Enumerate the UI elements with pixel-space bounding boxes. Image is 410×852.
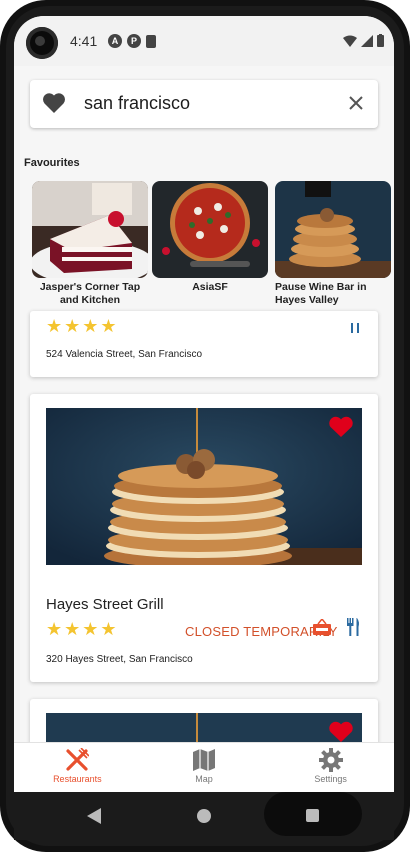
restaurant-card[interactable]: ★ ★ ★ ★ 524 Valencia Street, San Francis… xyxy=(30,311,378,377)
restaurant-address: 320 Hayes Street, San Francisco xyxy=(46,654,193,665)
front-camera xyxy=(26,27,58,59)
notification-p-icon: P xyxy=(127,34,141,48)
tab-settings[interactable]: Settings xyxy=(267,743,394,792)
tab-restaurants-label: Restaurants xyxy=(53,774,102,784)
restaurant-image xyxy=(46,408,362,565)
wifi-icon xyxy=(343,35,357,47)
app-content: san francisco Favourites Jasper's Corner… xyxy=(14,66,394,742)
tab-map-label: Map xyxy=(195,774,213,784)
tab-map[interactable]: Map xyxy=(141,743,268,792)
star-icon: ★ xyxy=(82,619,99,639)
favourite-label: AsiaSF xyxy=(192,281,228,293)
fork-knife-icon xyxy=(66,748,90,771)
favourite-label: Pause Wine Bar in Hayes Valley xyxy=(275,281,367,306)
restaurant-image xyxy=(46,713,362,742)
star-icon: ★ xyxy=(100,619,117,639)
rating-stars: ★ ★ ★ ★ xyxy=(46,317,117,335)
restaurant-card[interactable] xyxy=(30,699,378,742)
favourite-heart-icon[interactable] xyxy=(328,416,354,438)
map-icon xyxy=(193,749,215,771)
system-navigation-bar xyxy=(14,792,394,840)
favourites-title: Favourites xyxy=(24,157,80,169)
favourite-item[interactable]: AsiaSF xyxy=(152,181,268,294)
star-icon: ★ xyxy=(100,316,117,336)
restaurant-address: 524 Valencia Street, San Francisco xyxy=(46,349,203,360)
star-icon: ★ xyxy=(64,619,81,639)
search-bar[interactable]: san francisco xyxy=(30,80,378,128)
tab-settings-label: Settings xyxy=(314,774,347,784)
app-screen: 4:41 A P san francisco Favourites Jasper… xyxy=(14,16,394,792)
back-icon[interactable] xyxy=(87,808,101,824)
tab-restaurants[interactable]: Restaurants xyxy=(14,743,141,792)
bottom-navigation: Restaurants Map Settings xyxy=(14,742,394,792)
search-input[interactable]: san francisco xyxy=(84,93,190,114)
favourite-item[interactable]: Jasper's Corner Tap and Kitchen xyxy=(32,181,148,307)
system-status-icons xyxy=(343,34,384,47)
restaurant-name: Hayes Street Grill xyxy=(46,596,164,613)
utensils-icon xyxy=(347,618,359,636)
notification-icons: A P xyxy=(108,34,156,48)
restaurant-card[interactable]: Hayes Street Grill ★ ★ ★ ★ CLOSED TEMPOR… xyxy=(30,394,378,682)
favourites-heart-icon[interactable] xyxy=(42,92,66,114)
star-icon: ★ xyxy=(46,619,63,639)
battery-icon xyxy=(377,34,384,47)
favourite-image-pizza xyxy=(152,181,268,278)
rating-stars: ★ ★ ★ ★ xyxy=(46,620,117,638)
favourite-heart-icon[interactable] xyxy=(328,721,354,742)
sd-card-icon xyxy=(146,35,156,48)
favourite-image-pancakes xyxy=(275,181,391,278)
home-button[interactable] xyxy=(197,809,211,823)
status-bar: 4:41 A P xyxy=(14,16,394,66)
clear-search-icon[interactable] xyxy=(348,95,364,111)
utensils-icon xyxy=(351,323,359,333)
signal-icon xyxy=(361,35,373,47)
favourite-label: Jasper's Corner Tap and Kitchen xyxy=(39,281,141,306)
favourite-item[interactable]: Pause Wine Bar in Hayes Valley xyxy=(275,181,391,307)
recents-button[interactable] xyxy=(306,809,319,822)
open-sign-icon xyxy=(313,619,331,635)
notification-a-icon: A xyxy=(108,34,122,48)
favourites-carousel[interactable]: Jasper's Corner Tap and Kitchen AsiaSF P… xyxy=(32,181,394,311)
gear-icon xyxy=(318,748,343,772)
star-icon: ★ xyxy=(46,316,63,336)
star-icon: ★ xyxy=(64,316,81,336)
status-time: 4:41 xyxy=(70,33,98,49)
star-icon: ★ xyxy=(82,316,99,336)
favourite-image-cake xyxy=(32,181,148,278)
